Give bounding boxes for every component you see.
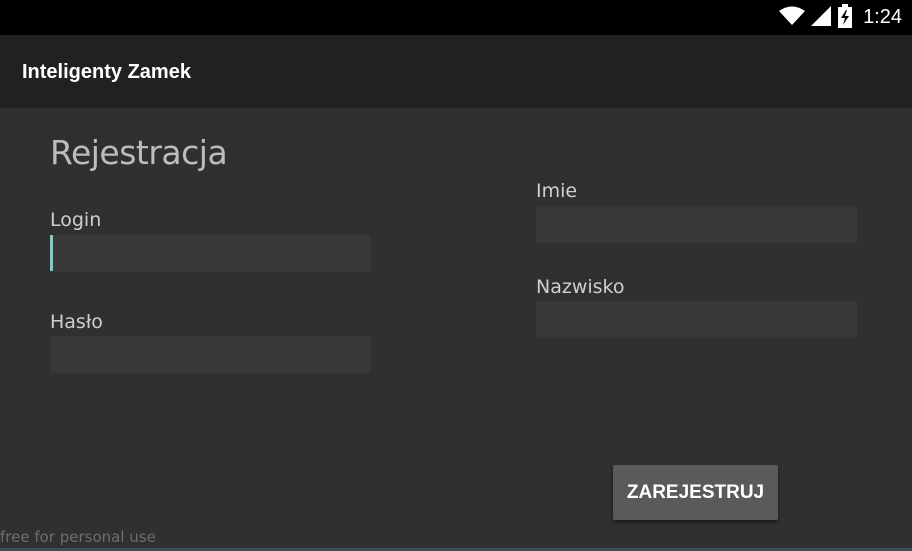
app-title: Inteligenty Zamek <box>22 61 191 83</box>
last-name-field[interactable] <box>536 301 857 338</box>
text-cursor <box>50 235 53 271</box>
battery-charging-icon <box>837 3 853 32</box>
password-label: Hasło <box>50 311 103 333</box>
status-icons: 1:24 <box>779 0 902 35</box>
login-label: Login <box>50 209 102 231</box>
password-field[interactable] <box>50 336 371 373</box>
status-time: 1:24 <box>863 6 902 28</box>
app-bar: Inteligenty Zamek <box>0 35 912 108</box>
page-title: Rejestracja <box>50 133 228 172</box>
last-name-label: Nazwisko <box>536 276 625 298</box>
registration-form: Rejestracja Login Hasło Imie Nazwisko ZA… <box>0 108 912 551</box>
signal-icon <box>811 5 832 30</box>
status-bar: 1:24 <box>0 0 912 35</box>
watermark: free for personal use <box>0 528 156 546</box>
first-name-field[interactable] <box>536 206 857 243</box>
login-field[interactable] <box>50 235 371 272</box>
first-name-label: Imie <box>536 180 578 202</box>
register-button[interactable]: ZAREJESTRUJ <box>613 465 778 520</box>
wifi-icon <box>779 6 806 30</box>
